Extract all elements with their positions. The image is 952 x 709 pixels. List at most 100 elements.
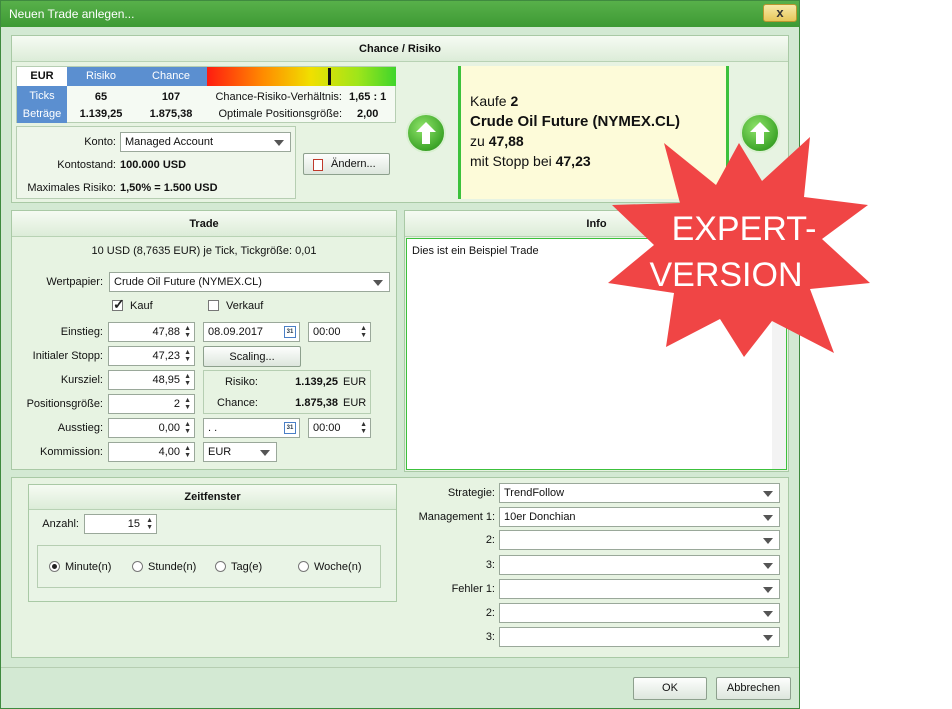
risk-chance-box: Risiko: 1.139,25 EUR Chance: 1.875,38 EU… <box>203 370 371 414</box>
zeitfenster-title: Zeitfenster <box>29 485 396 510</box>
betraege-risiko: 1.139,25 <box>79 108 123 120</box>
order-line-4: mit Stopp bei 47,23 <box>470 153 591 169</box>
kontostand-value: 100.000 USD <box>120 159 187 171</box>
checkmark-icon: ✓ <box>113 296 125 312</box>
management3-select[interactable] <box>499 555 780 575</box>
order-kaufe: Kaufe <box>470 93 507 109</box>
management1-select[interactable]: 10er Donchian <box>499 507 780 527</box>
anzahl-value: 15 <box>127 518 140 530</box>
spinner-icon: ▲ ▼ <box>184 349 191 363</box>
expert-version-badge: EXPERT- VERSION <box>608 137 870 357</box>
tick-info: 10 USD (8,7635 EUR) je Tick, Tickgröße: … <box>91 245 317 257</box>
buy-left-button[interactable] <box>406 113 446 153</box>
spinner-icon: ▲ ▼ <box>184 445 191 459</box>
verkauf-check-box <box>208 300 219 311</box>
einstieg-date-value: 08.09.2017 <box>208 326 264 338</box>
max-risiko-value: 1,50% = 1.500 USD <box>120 182 218 194</box>
einstieg-value: 47,88 <box>152 326 180 338</box>
einstieg-time-input[interactable]: 00:00 ▲ ▼ <box>308 322 371 342</box>
order-line-3: zu 47,88 <box>470 133 524 149</box>
max-risiko-label: Maximales Risiko: <box>27 182 116 194</box>
ticks-chance: 107 <box>161 91 181 103</box>
ausstieg-date-value: . . <box>208 422 218 434</box>
einstieg-input[interactable]: 47,88 ▲ ▼ <box>108 322 195 342</box>
anzahl-input[interactable]: 15 ▲ ▼ <box>84 514 157 534</box>
radio-stunde-label: Stunde(n) <box>148 561 197 573</box>
crv-value: 1,65 : 1 <box>349 91 387 103</box>
fehler3-label: 3: <box>485 631 495 643</box>
ticks-risiko: 65 <box>94 91 108 103</box>
radio-woche-label: Woche(n) <box>314 561 362 573</box>
calendar-icon: 31 <box>284 422 296 434</box>
risiko-header: Risiko <box>86 70 116 82</box>
stopp-input[interactable]: 47,23 ▲ ▼ <box>108 346 195 366</box>
einstieg-label: Einstieg: <box>60 326 103 338</box>
risk-box-label: Risiko: <box>224 376 258 388</box>
kommission-currency-select[interactable]: EUR <box>203 442 277 462</box>
kommission-input[interactable]: 4,00 ▲ ▼ <box>108 442 195 462</box>
badge-line-1: EXPERT- <box>672 210 817 248</box>
pos-input[interactable]: 2 ▲ ▼ <box>108 394 195 414</box>
radio-woche-circle <box>298 561 309 572</box>
fehler2-select[interactable] <box>499 603 780 623</box>
management1-label: Management 1: <box>418 511 495 523</box>
spinner-icon: ▲ ▼ <box>146 517 153 531</box>
einstieg-date-input[interactable]: 08.09.2017 31 <box>203 322 300 342</box>
radio-selected-dot <box>52 564 57 569</box>
radio-tag-circle <box>215 561 226 572</box>
opt-pos-label: Optimale Positionsgröße: <box>218 108 343 120</box>
title-bar: Neuen Trade anlegen... x <box>1 1 799 27</box>
aendern-label: Ändern... <box>331 158 376 170</box>
calendar-icon: 31 <box>284 326 296 338</box>
currency-header: EUR <box>17 67 67 86</box>
fehler1-select[interactable] <box>499 579 780 599</box>
close-button[interactable]: x <box>763 4 797 22</box>
pos-value: 2 <box>173 398 180 410</box>
stopp-label: Initialer Stopp: <box>32 350 103 362</box>
order-zu: zu <box>470 133 485 149</box>
stopp-value: 47,23 <box>152 350 180 362</box>
management2-select[interactable] <box>499 530 780 550</box>
ok-button[interactable]: OK <box>633 677 707 700</box>
ausstieg-input[interactable]: 0,00 ▲ ▼ <box>108 418 195 438</box>
footer-divider <box>1 667 799 668</box>
aendern-button[interactable]: Ändern... <box>303 153 390 175</box>
ticks-label: Ticks <box>29 90 55 102</box>
betraege-label: Beträge <box>22 108 62 120</box>
crv-label: Chance-Risiko-Verhältnis: <box>215 91 342 103</box>
chance-header: Chance <box>152 70 190 82</box>
spinner-icon: ▲ ▼ <box>360 325 367 339</box>
kursziel-value: 48,95 <box>152 374 180 386</box>
radio-tag-label: Tag(e) <box>231 561 263 573</box>
kursziel-input[interactable]: 48,95 ▲ ▼ <box>108 370 195 390</box>
management2-label: 2: <box>485 534 495 546</box>
badge-line-2: VERSION <box>649 256 802 294</box>
kommission-value: 4,00 <box>158 446 180 458</box>
einstieg-time-value: 00:00 <box>313 326 341 338</box>
konto-select[interactable]: Managed Account <box>120 132 291 152</box>
gradient-marker <box>328 68 331 85</box>
ausstieg-date-input[interactable]: . . 31 <box>203 418 300 438</box>
spinner-icon: ▲ ▼ <box>184 397 191 411</box>
radio-minute-label: Minute(n) <box>65 561 112 573</box>
risk-box-unit: EUR <box>343 376 367 388</box>
wertpapier-select[interactable]: Crude Oil Future (NYMEX.CL) <box>109 272 390 292</box>
risk-gradient-bar <box>207 67 396 86</box>
cancel-button[interactable]: Abbrechen <box>716 677 791 700</box>
fehler3-select[interactable] <box>499 627 780 647</box>
chance-box-unit: EUR <box>343 397 367 409</box>
strategie-select[interactable]: TrendFollow <box>499 483 780 503</box>
scaling-button[interactable]: Scaling... <box>203 346 301 367</box>
radio-stunde-circle <box>132 561 143 572</box>
betraege-chance: 1.875,38 <box>149 108 193 120</box>
wertpapier-label: Wertpapier: <box>46 276 103 288</box>
chance-box-label: Chance: <box>217 397 258 409</box>
chance-risiko-title: Chance / Risiko <box>12 36 788 62</box>
opt-pos-value: 2,00 <box>357 108 379 120</box>
order-qty: 2 <box>510 93 519 109</box>
ausstieg-value: 0,00 <box>158 422 180 434</box>
order-stopp-prefix: mit Stopp bei <box>470 153 552 169</box>
ausstieg-time-input[interactable]: 00:00 ▲ ▼ <box>308 418 371 438</box>
window-title: Neuen Trade anlegen... <box>9 7 135 21</box>
risk-box-value: 1.139,25 <box>295 376 338 388</box>
